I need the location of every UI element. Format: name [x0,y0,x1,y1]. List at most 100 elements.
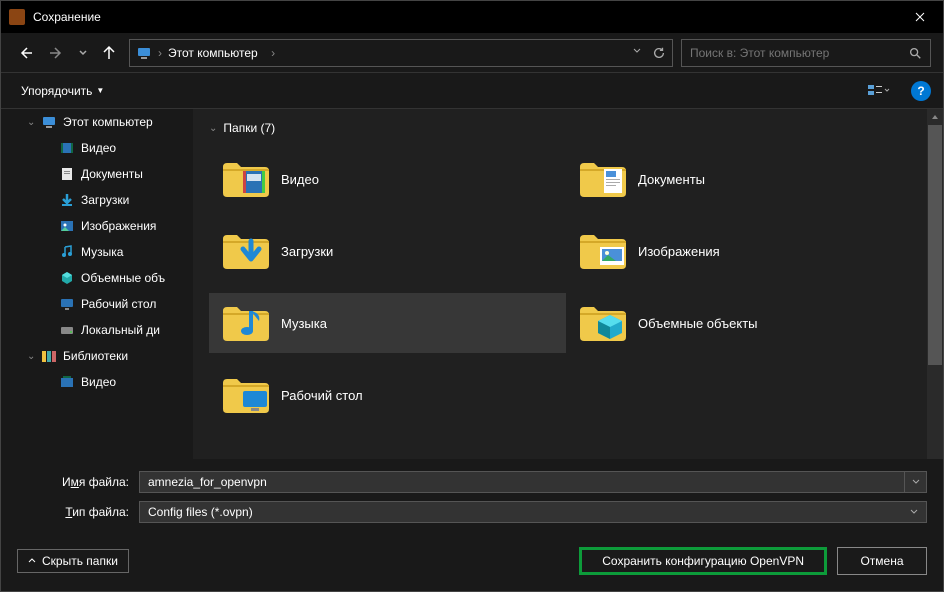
folder-icon [578,159,626,199]
tree-label: Этот компьютер [63,115,153,129]
folder-label: Загрузки [281,244,333,259]
sidebar-item-9[interactable]: ⌄ Библиотеки [1,343,193,369]
folder-item-0[interactable]: Видео [209,149,566,209]
folder-item-3[interactable]: Изображения [566,221,923,281]
filename-label: Имя файла: [17,475,129,489]
folder-item-5[interactable]: Объемные объекты [566,293,923,353]
chevron-down-icon[interactable] [632,46,642,56]
organize-button[interactable]: Упорядочить ▼ [13,80,112,102]
save-button[interactable]: Сохранить конфигурацию OpenVPN [579,547,827,575]
chevron-down-icon: ⌄ [209,123,217,134]
disk-icon [59,322,75,338]
folder-item-4[interactable]: Музыка [209,293,566,353]
section-label: Папки (7) [223,121,275,135]
folder-item-1[interactable]: Документы [566,149,923,209]
body-area: ⌄ Этот компьютер Видео Документы Загрузки Изо… [1,109,943,459]
filename-input[interactable] [139,471,905,493]
folder-icon [221,159,269,199]
sidebar-item-8[interactable]: Локальный ди [1,317,193,343]
chevron-down-icon: ⌄ [27,117,39,128]
scroll-thumb[interactable] [928,125,942,365]
recent-button[interactable] [77,41,89,65]
tree-label: Рабочий стол [81,297,156,311]
folder-grid: Видео Документы Загрузки Изображения Музыка О… [193,143,923,437]
sidebar-item-4[interactable]: Изображения [1,213,193,239]
library-icon [41,348,57,364]
section-header[interactable]: ⌄ Папки (7) [193,109,943,143]
docs-icon [59,166,75,182]
navigation-bar: › Этот компьютер › [1,33,943,73]
forward-button[interactable] [45,41,69,65]
folder-label: Видео [281,172,319,187]
arrow-up-icon [101,45,117,61]
filetype-row: Тип файла: Config files (*.ovpn) [17,501,927,523]
sidebar-item-3[interactable]: Загрузки [1,187,193,213]
chevron-down-icon [79,49,87,57]
titlebar: Сохранение [1,1,943,33]
sidebar-item-1[interactable]: Видео [1,135,193,161]
chevron-up-icon [28,557,36,565]
toolbar: Упорядочить ▼ ? [1,73,943,109]
folder-item-6[interactable]: Рабочий стол [209,365,566,425]
breadcrumb[interactable]: Этот компьютер › [168,46,632,60]
pc-icon [41,114,57,130]
pc-icon [136,45,152,61]
button-row: Скрыть папки Сохранить конфигурацию Open… [17,547,927,575]
filename-row: Имя файла: [17,471,927,493]
music-icon [59,244,75,260]
sidebar-item-2[interactable]: Документы [1,161,193,187]
sidebar-item-5[interactable]: Музыка [1,239,193,265]
tree-label: Загрузки [81,193,129,207]
hide-folders-button[interactable]: Скрыть папки [17,549,129,573]
scroll-up-icon[interactable] [927,109,943,125]
tree-label: Локальный ди [81,323,160,337]
sidebar-item-6[interactable]: Объемные объ [1,265,193,291]
tree-label: Библиотеки [63,349,128,363]
up-button[interactable] [97,41,121,65]
main-area: ⌄ Папки (7) Видео Документы Загрузки Изобра… [193,109,943,459]
3d-icon [59,270,75,286]
breadcrumb-sep: › [158,46,162,60]
sidebar-item-10[interactable]: Видео [1,369,193,395]
filetype-select[interactable]: Config files (*.ovpn) [139,501,927,523]
dropdown-icon: ▼ [96,86,104,95]
search-icon [908,46,922,60]
back-button[interactable] [13,41,37,65]
desktop-icon [59,296,75,312]
tree-label: Объемные объ [81,271,165,285]
chevron-down-icon: ⌄ [27,351,39,362]
chevron-down-icon [910,508,918,516]
sidebar-item-7[interactable]: Рабочий стол [1,291,193,317]
folder-icon [221,303,269,343]
refresh-icon[interactable] [652,46,666,60]
help-button[interactable]: ? [911,81,931,101]
view-icon [868,83,890,99]
arrow-left-icon [17,45,33,61]
folder-item-2[interactable]: Загрузки [209,221,566,281]
help-icon: ? [917,84,924,98]
folder-label: Музыка [281,316,327,331]
cancel-button[interactable]: Отмена [837,547,927,575]
download-icon [59,192,75,208]
window-title: Сохранение [33,10,897,24]
sidebar: ⌄ Этот компьютер Видео Документы Загрузки Изо… [1,109,193,459]
folder-icon [578,231,626,271]
arrow-right-icon [49,45,65,61]
libvideo-icon [59,374,75,390]
bottom-panel: Имя файла: Тип файла: Config files (*.ov… [1,459,943,591]
search-input[interactable] [690,46,908,60]
search-box[interactable] [681,39,931,67]
folder-icon [221,231,269,271]
folder-label: Изображения [638,244,720,259]
folder-icon [221,375,269,415]
address-bar[interactable]: › Этот компьютер › [129,39,673,67]
scrollbar[interactable] [927,109,943,459]
sidebar-item-0[interactable]: ⌄ Этот компьютер [1,109,193,135]
filename-dropdown-icon[interactable] [905,471,927,493]
filetype-label: Тип файла: [17,505,129,519]
app-icon [9,9,25,25]
close-button[interactable] [897,1,943,33]
view-options-button[interactable] [863,79,895,103]
tree-label: Документы [81,167,143,181]
close-icon [915,12,925,22]
